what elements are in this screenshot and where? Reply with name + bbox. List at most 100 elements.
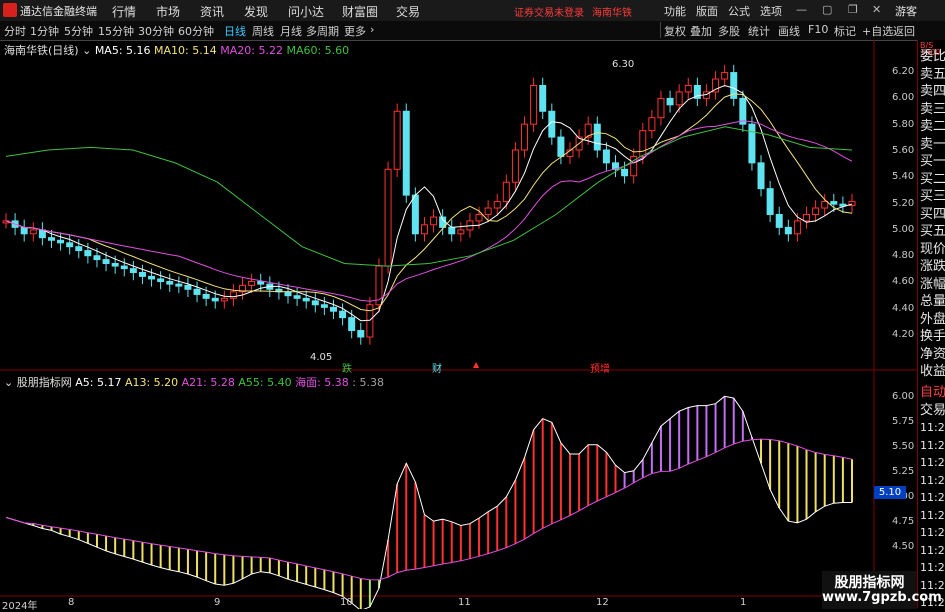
candle-body — [66, 242, 74, 248]
side-item[interactable]: 外盘 — [920, 313, 945, 326]
candle-body — [439, 216, 447, 228]
candle-body — [757, 162, 765, 190]
side-trade-item[interactable]: 11:29 — [920, 561, 945, 574]
candle-body — [329, 306, 337, 312]
side-item[interactable]: 卖四 — [920, 85, 945, 98]
side-item[interactable]: 买一 — [920, 155, 945, 168]
menu-banmian[interactable]: 版面 — [696, 3, 718, 19]
main-y-tick: 4.60 — [892, 276, 915, 288]
side-item[interactable]: 买四 — [920, 208, 945, 221]
tool-huaxian[interactable]: 画线 — [778, 23, 800, 39]
period-monthly[interactable]: 月线 — [280, 23, 302, 39]
legend-arrow-icon[interactable]: ⌄ — [82, 44, 91, 57]
menu-caifuquan[interactable]: 财富圈 — [342, 3, 378, 20]
candle-body — [575, 136, 583, 151]
side-item[interactable]: 卖三 — [920, 103, 945, 116]
watermark-url: www.7gpzb.com — [822, 590, 942, 605]
side-trade-item[interactable]: 11:29 — [920, 526, 945, 539]
tool-duogu[interactable]: 多股 — [718, 23, 740, 39]
minimize-icon[interactable]: — — [796, 3, 807, 16]
side-trade-item[interactable]: 11:29 — [920, 421, 945, 434]
menu-hangqing[interactable]: 行情 — [112, 3, 136, 20]
side-item[interactable]: 卖五 — [920, 68, 945, 81]
period-weekly[interactable]: 周线 — [252, 23, 274, 39]
event-yuzeng[interactable]: 预增 — [590, 360, 610, 375]
period-fenshi[interactable]: 分时 — [4, 23, 26, 39]
candle-body — [448, 226, 456, 235]
period-60min[interactable]: 60分钟 — [178, 23, 214, 39]
menu-gongshi[interactable]: 公式 — [728, 3, 750, 19]
candle-body — [193, 288, 201, 295]
side-trade-item[interactable]: 自动 — [920, 386, 945, 399]
side-item[interactable]: 现价 — [920, 243, 945, 256]
event-cai[interactable]: 财 — [432, 360, 442, 375]
candle-body — [593, 123, 601, 151]
menu-wenxiaoda[interactable]: 问小达 — [288, 3, 324, 20]
candle-body — [457, 229, 465, 235]
period-1min[interactable]: 1分钟 — [30, 23, 59, 39]
period-more[interactable]: 更多 — [344, 23, 366, 39]
candle-body — [548, 110, 556, 138]
main-y-tick: 4.40 — [892, 302, 915, 314]
legend-indicator-arrow-icon[interactable]: ⌄ — [4, 376, 13, 389]
candle-body — [475, 213, 483, 222]
period-5min[interactable]: 5分钟 — [64, 23, 93, 39]
side-item[interactable]: 买三 — [920, 190, 945, 203]
close-icon[interactable]: ✕ — [872, 3, 881, 16]
tool-fuquan[interactable]: 复权 — [664, 23, 686, 39]
candle-body — [184, 284, 192, 290]
side-item[interactable]: 涨幅 — [920, 278, 945, 291]
candle-body — [266, 283, 274, 290]
side-trade-item[interactable]: 11:29 — [920, 456, 945, 469]
candle-body — [102, 259, 110, 264]
menu-shichang[interactable]: 市场 — [156, 3, 180, 20]
candle-body — [75, 246, 83, 252]
side-trade-item[interactable]: 交易 — [920, 404, 945, 417]
tool-f10[interactable]: F10 — [808, 23, 828, 36]
menu-faxian[interactable]: 发现 — [244, 3, 268, 20]
tool-biaoji[interactable]: 标记 — [834, 23, 856, 39]
menu-zixun[interactable]: 资讯 — [200, 3, 224, 20]
more-chevron-icon[interactable]: › — [370, 23, 374, 36]
tool-zixuan[interactable]: +自选 — [862, 23, 893, 39]
candle-body — [830, 201, 838, 205]
side-item[interactable]: 收益 — [920, 365, 945, 378]
kline-chart[interactable] — [0, 0, 945, 609]
period-multi[interactable]: 多周期 — [306, 23, 339, 39]
side-trade-item[interactable]: 11:29 — [920, 474, 945, 487]
restore-icon[interactable]: ❐ — [848, 3, 858, 16]
event-triangle-icon[interactable]: ▲ — [473, 360, 479, 369]
side-item[interactable]: 委比 — [920, 50, 945, 63]
menu-bar: 通达信金融终端 行情 市场 资讯 发现 问小达 财富圈 交易 证券交易未登录 海… — [0, 0, 945, 22]
guest-label[interactable]: 游客 — [895, 3, 917, 19]
side-trade-item[interactable]: 11:29 — [920, 491, 945, 504]
menu-jiaoyi[interactable]: 交易 — [396, 3, 420, 20]
login-warning[interactable]: 证券交易未登录 — [514, 4, 584, 19]
tool-tongji[interactable]: 统计 — [748, 23, 770, 39]
side-trade-item[interactable]: 11:29 — [920, 544, 945, 557]
tool-diejia[interactable]: 叠加 — [690, 23, 712, 39]
x-label-9: 9 — [214, 597, 221, 608]
sub-y-tick: 6.00 — [892, 391, 915, 402]
side-item[interactable]: 换手 — [920, 330, 945, 343]
side-item[interactable]: 涨跌 — [920, 260, 945, 273]
side-item[interactable]: 卖二 — [920, 120, 945, 133]
side-item[interactable]: 买五 — [920, 225, 945, 238]
candle-body — [730, 72, 738, 99]
candle-body — [566, 149, 574, 157]
side-item[interactable]: 总量 — [920, 295, 945, 308]
menu-xuanxiang[interactable]: 选项 — [760, 3, 782, 19]
period-daily[interactable]: 日线 — [224, 23, 246, 39]
sub-y-tick: 5.75 — [892, 416, 915, 427]
maximize-icon[interactable]: ▢ — [822, 3, 832, 16]
side-item[interactable]: 净资 — [920, 348, 945, 361]
period-15min[interactable]: 15分钟 — [98, 23, 134, 39]
side-trade-item[interactable]: 11:29 — [920, 439, 945, 452]
menu-gongneng[interactable]: 功能 — [664, 3, 686, 19]
side-item[interactable]: 卖一 — [920, 138, 945, 151]
side-trade-item[interactable]: 11:29 — [920, 509, 945, 522]
period-30min[interactable]: 30分钟 — [138, 23, 174, 39]
tool-fanhui[interactable]: 返回 — [893, 23, 915, 39]
event-die[interactable]: 跌 — [342, 360, 352, 375]
side-item[interactable]: 买二 — [920, 173, 945, 186]
